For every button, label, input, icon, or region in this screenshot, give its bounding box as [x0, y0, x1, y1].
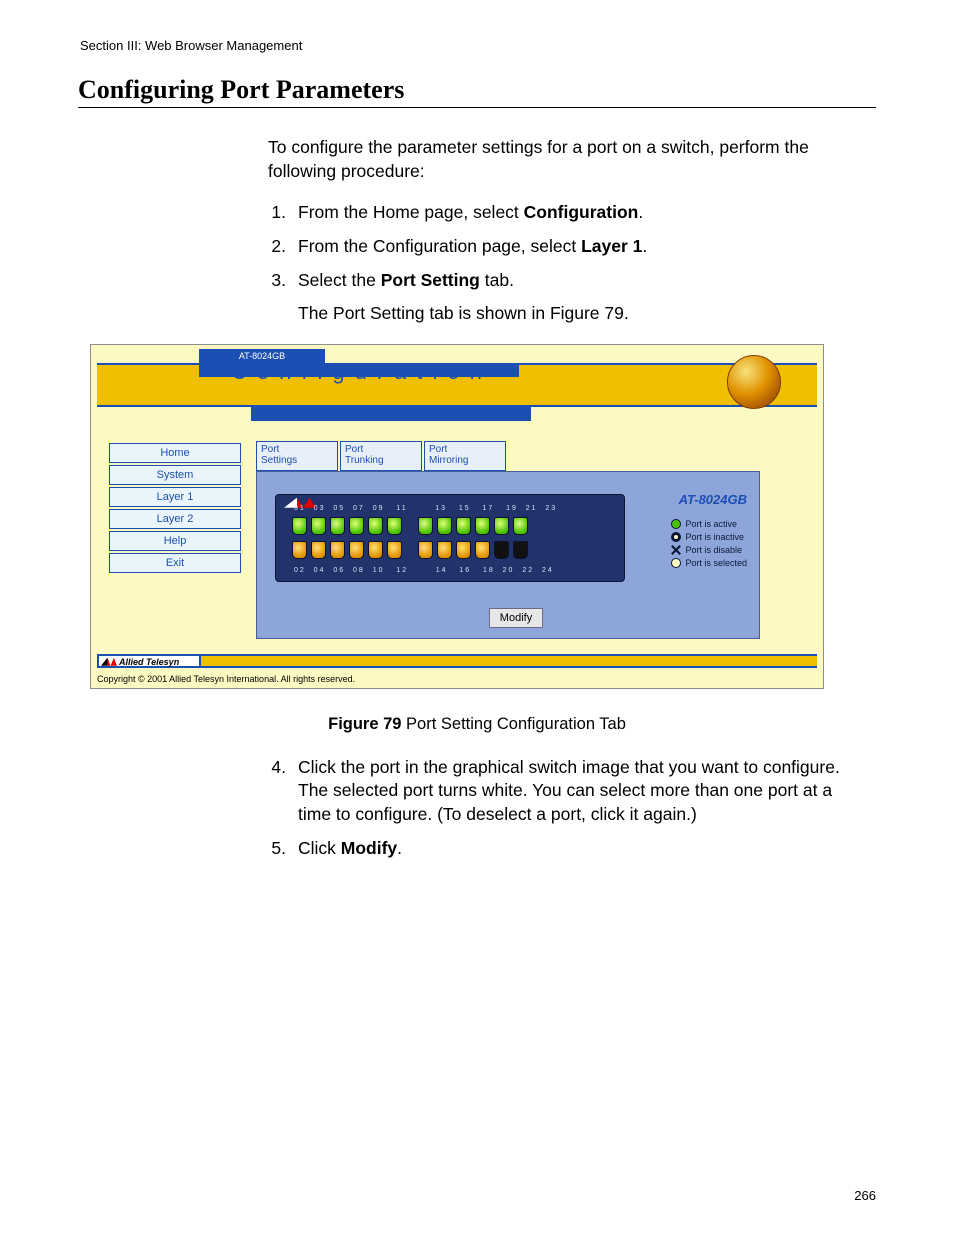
step-number: 3. [268, 269, 286, 293]
step-text: Select the Port Setting tab. [298, 269, 864, 293]
footer-bar [97, 654, 817, 668]
nav-layer1[interactable]: Layer 1 [109, 487, 241, 507]
nav-system[interactable]: System [109, 465, 241, 485]
port-16[interactable] [437, 541, 452, 559]
step-text: Click Modify. [298, 837, 864, 861]
figure-caption: Figure 79 Port Setting Configuration Tab [78, 715, 876, 734]
port-14[interactable] [418, 541, 433, 559]
port-06[interactable] [330, 541, 345, 559]
step-text: From the Home page, select Configuration… [298, 201, 864, 225]
legend-disable-icon [671, 545, 681, 555]
step-number: 5. [268, 837, 286, 861]
port-18[interactable] [456, 541, 471, 559]
step-3-followup: The Port Setting tab is shown in Figure … [298, 302, 864, 326]
nav-help[interactable]: Help [109, 531, 241, 551]
nav-layer2[interactable]: Layer 2 [109, 509, 241, 529]
step-text: From the Configuration page, select Laye… [298, 235, 864, 259]
step-1: 1. From the Home page, select Configurat… [268, 201, 864, 225]
port-11[interactable] [387, 517, 402, 535]
running-header: Section III: Web Browser Management [80, 38, 876, 53]
port-row-bottom [292, 541, 528, 559]
port-24[interactable] [513, 541, 528, 559]
model-label: AT-8024GB [679, 492, 747, 507]
step-number: 4. [268, 756, 286, 827]
procedure-list-a: 1. From the Home page, select Configurat… [268, 201, 864, 292]
legend-selected-icon [671, 558, 681, 568]
step-text: Click the port in the graphical switch i… [298, 756, 864, 827]
content-panel: AT-8024GB 01 03 05 07 09 11 13 15 17 19 … [256, 471, 760, 639]
port-12[interactable] [387, 541, 402, 559]
procedure-list-b: 4. Click the port in the graphical switc… [268, 756, 864, 861]
port-20[interactable] [475, 541, 490, 559]
tab-port-settings[interactable]: Port Settings [256, 441, 338, 471]
port-numbers-bottom: 02 04 06 08 10 12 14 16 18 20 22 24 [294, 567, 554, 574]
step-number: 1. [268, 201, 286, 225]
port-09[interactable] [368, 517, 383, 535]
step-4: 4. Click the port in the graphical switc… [268, 756, 864, 827]
port-03[interactable] [311, 517, 326, 535]
port-02[interactable] [292, 541, 307, 559]
globe-icon [727, 355, 781, 409]
blue-strip [251, 407, 531, 421]
title-text: Configuration [231, 359, 492, 385]
port-numbers-top: 01 03 05 07 09 11 13 15 17 19 21 23 [294, 505, 557, 512]
step-2: 2. From the Configuration page, select L… [268, 235, 864, 259]
switch-graphic: 01 03 05 07 09 11 13 15 17 19 21 23 [275, 494, 625, 582]
port-13[interactable] [418, 517, 433, 535]
port-row-top [292, 517, 528, 535]
port-21[interactable] [494, 517, 509, 535]
page-title: Configuring Port Parameters [78, 75, 876, 105]
copyright-text: Copyright © 2001 Allied Telesyn Internat… [97, 674, 355, 684]
step-5: 5. Click Modify. [268, 837, 864, 861]
side-nav: Home System Layer 1 Layer 2 Help Exit [109, 443, 241, 575]
intro-paragraph: To configure the parameter settings for … [268, 136, 864, 183]
legend-inactive-icon [671, 532, 681, 542]
tab-port-mirroring[interactable]: Port Mirroring [424, 441, 506, 471]
port-15[interactable] [437, 517, 452, 535]
nav-exit[interactable]: Exit [109, 553, 241, 573]
port-19[interactable] [475, 517, 490, 535]
port-17[interactable] [456, 517, 471, 535]
heading-rule [78, 107, 876, 108]
port-05[interactable] [330, 517, 345, 535]
figure-screenshot: AT-8024GB Configuration Home System Laye… [90, 344, 824, 689]
port-22[interactable] [494, 541, 509, 559]
step-3: 3. Select the Port Setting tab. [268, 269, 864, 293]
modify-button[interactable]: Modify [489, 608, 543, 628]
port-10[interactable] [368, 541, 383, 559]
nav-home[interactable]: Home [109, 443, 241, 463]
legend-active-icon [671, 519, 681, 529]
port-07[interactable] [349, 517, 364, 535]
port-04[interactable] [311, 541, 326, 559]
port-08[interactable] [349, 541, 364, 559]
brand-mark-icon [101, 658, 117, 666]
port-01[interactable] [292, 517, 307, 535]
figure-79: AT-8024GB Configuration Home System Laye… [78, 344, 876, 689]
step-number: 2. [268, 235, 286, 259]
tab-row: Port Settings Port Trunking Port Mirrori… [256, 441, 508, 471]
tab-port-trunking[interactable]: Port Trunking [340, 441, 422, 471]
footer-brand: Allied Telesyn [97, 654, 201, 668]
port-legend: Port is active Port is inactive Port is … [671, 518, 747, 570]
page-number: 266 [854, 1188, 876, 1203]
port-23[interactable] [513, 517, 528, 535]
